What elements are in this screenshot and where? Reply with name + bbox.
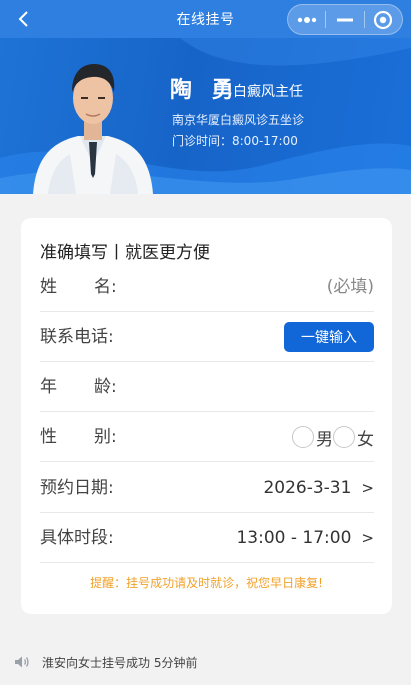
age-label-part2: 龄: <box>94 377 117 397</box>
female-radio[interactable] <box>333 426 355 448</box>
more-dots-icon <box>297 16 316 23</box>
name-label-part1: 姓 <box>40 277 57 297</box>
time-picker[interactable]: 13:00 - 17:00 > <box>236 513 374 563</box>
registration-form-card: 准确填写丨就医更方便 姓 名: (必填) 联系电话: 一键输入 年 龄: 性 别: 男… <box>21 218 392 614</box>
date-picker[interactable]: 2026-3-31 > <box>263 463 374 513</box>
date-value: 2026-3-31 <box>263 478 352 498</box>
time-label: 具体时段: <box>40 528 114 548</box>
page-title: 在线挂号 <box>176 12 235 28</box>
doctor-banner: 陶 勇 白癜风主任 南京华厦白癜风诊五坐诊 门诊时间：8:00-17:00 <box>0 38 411 194</box>
age-row[interactable]: 年 龄: <box>40 362 374 412</box>
gender-label-part2: 别: <box>94 427 117 447</box>
appointment-date-row[interactable]: 预约日期: 2026-3-31 > <box>40 463 374 513</box>
date-label: 预约日期: <box>40 478 114 498</box>
name-label: 姓 名: <box>40 262 117 312</box>
back-button[interactable] <box>12 7 36 31</box>
chevron-right-icon: > <box>361 529 374 547</box>
notice-text: 淮安向女士挂号成功 5分钟前 <box>42 655 198 670</box>
gender-label-part1: 性 <box>40 427 57 447</box>
booking-notice: 淮安向女士挂号成功 5分钟前 <box>14 653 197 671</box>
doctor-name: 陶 勇 <box>170 78 240 103</box>
chevron-left-icon <box>18 11 28 27</box>
minimize-button[interactable] <box>326 5 363 34</box>
form-heading: 准确填写丨就医更方便 <box>40 243 210 263</box>
gender-options: 男 女 <box>292 412 374 462</box>
one-key-input-button[interactable]: 一键输入 <box>284 322 374 352</box>
gender-female-option[interactable]: 女 <box>333 425 374 450</box>
close-miniapp-button[interactable] <box>365 5 402 34</box>
doctor-title: 白癜风主任 <box>233 84 303 100</box>
gender-male-option[interactable]: 男 <box>292 425 333 450</box>
name-label-part2: 名: <box>94 277 117 297</box>
speaker-icon <box>15 656 29 668</box>
minus-icon <box>336 18 353 21</box>
male-radio[interactable] <box>292 426 314 448</box>
miniapp-capsule <box>287 4 403 35</box>
gender-label: 性 别: <box>40 412 117 462</box>
chevron-right-icon: > <box>361 479 374 497</box>
clinic-hours: 门诊时间：8:00-17:00 <box>172 134 298 148</box>
phone-row[interactable]: 联系电话: 一键输入 <box>40 312 374 362</box>
gender-row: 性 别: 男 女 <box>40 412 374 462</box>
phone-label: 联系电话: <box>40 327 114 347</box>
name-row[interactable]: 姓 名: (必填) <box>40 262 374 312</box>
female-label: 女 <box>357 429 374 450</box>
doctor-hospital: 南京华厦白癜风诊五坐诊 <box>172 113 305 127</box>
reminder-text: 提醒：挂号成功请及时就诊，祝您早日康复! <box>90 576 323 590</box>
name-input[interactable]: (必填) <box>327 262 374 312</box>
male-label: 男 <box>316 429 333 450</box>
doctor-photo <box>33 64 153 194</box>
target-circle-icon <box>374 10 393 29</box>
time-value: 13:00 - 17:00 <box>236 528 352 548</box>
age-label: 年 龄: <box>40 362 117 412</box>
age-label-part1: 年 <box>40 377 57 397</box>
time-slot-row[interactable]: 具体时段: 13:00 - 17:00 > <box>40 513 374 563</box>
top-nav-bar: 在线挂号 <box>0 0 411 38</box>
more-button[interactable] <box>288 5 325 34</box>
